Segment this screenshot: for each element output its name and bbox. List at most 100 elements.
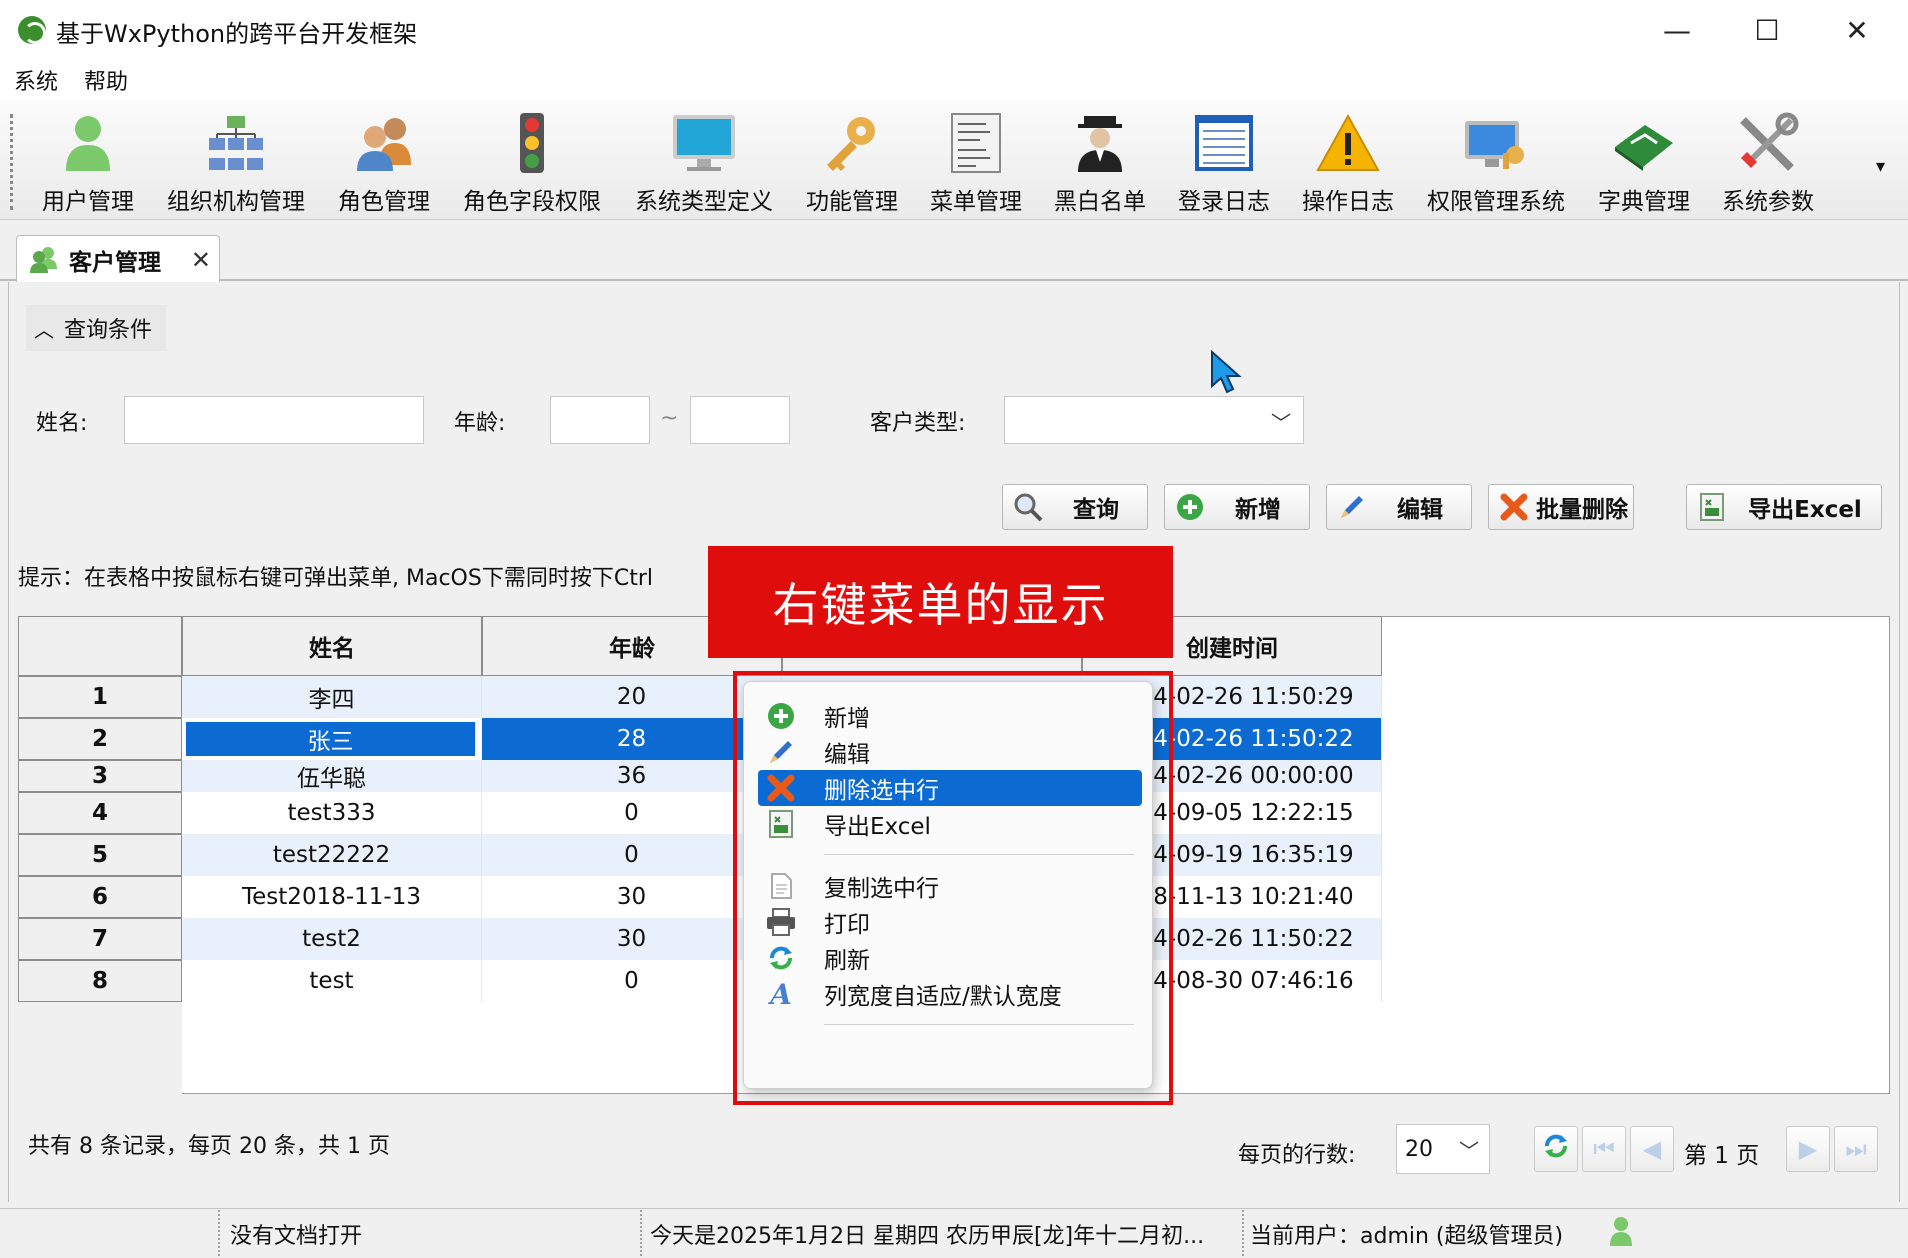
status-document: 没有文档打开 — [230, 1224, 363, 1249]
export-excel-button[interactable]: 导出Excel — [1686, 484, 1882, 530]
page-size-select[interactable]: 20 ﹀ — [1396, 1124, 1490, 1174]
menu-help[interactable]: 帮助 — [84, 64, 128, 96]
chevron-down-icon: ﹀ — [1271, 411, 1291, 435]
row-header[interactable]: 6 — [18, 876, 182, 918]
chevron-down-icon: ﹀ — [1459, 1139, 1479, 1163]
warning-icon — [1313, 108, 1383, 178]
age-from-input[interactable] — [550, 396, 650, 444]
batch-delete-button[interactable]: 批量删除 — [1488, 484, 1634, 530]
first-page-icon: ⏮ — [1593, 1135, 1615, 1163]
last-page-button[interactable]: ⏭ — [1834, 1126, 1878, 1172]
query-conditions-toggle[interactable]: ︿ 查询条件 — [26, 305, 166, 351]
status-separator — [218, 1210, 220, 1256]
tool-system-type-definition[interactable]: 系统类型定义 — [630, 108, 778, 216]
column-header-name[interactable]: 姓名 — [182, 616, 482, 676]
tool-function-management[interactable]: 功能管理 — [802, 108, 902, 216]
traffic-light-icon — [497, 108, 567, 178]
table-cell-name[interactable]: 伍华聪 — [182, 760, 482, 792]
name-label: 姓名: — [36, 411, 88, 436]
context-menu-item-refresh[interactable]: 刷新 — [758, 940, 1142, 976]
age-range-separator: ~ — [660, 406, 679, 431]
font-width-icon: A — [770, 977, 792, 1011]
excel-icon — [764, 807, 798, 841]
tool-permission-system[interactable]: 权限管理系统 — [1422, 108, 1570, 216]
toolbar-overflow-icon[interactable]: ▾ — [1876, 156, 1885, 177]
context-menu-separator — [824, 1024, 1134, 1025]
previous-page-icon: ◀ — [1642, 1135, 1662, 1163]
chevron-up-icon: ︿ — [34, 317, 54, 342]
context-menu-item-export-excel[interactable]: 导出Excel — [758, 806, 1142, 842]
next-page-icon: ▶ — [1798, 1135, 1818, 1163]
tab-customer-management[interactable]: 客户管理 ✕ — [16, 235, 220, 283]
query-button[interactable]: 查询 — [1002, 484, 1148, 530]
table-cell-name[interactable]: 李四 — [182, 676, 482, 718]
tool-role-management[interactable]: 角色管理 — [334, 108, 434, 216]
toolbar-grip[interactable] — [10, 114, 14, 210]
context-menu-item-column-width-auto[interactable]: A 列宽度自适应/默认宽度 — [758, 976, 1142, 1012]
status-separator — [640, 1210, 642, 1256]
current-page-label: 第 1 页 — [1684, 1143, 1760, 1169]
title-bar: 基于WxPython的跨平台开发框架 — ☐ ✕ — [0, 0, 1908, 60]
tool-system-parameters[interactable]: 系统参数 — [1718, 108, 1818, 216]
context-menu-item-print[interactable]: 打印 — [758, 904, 1142, 940]
table-cell-name[interactable]: test333 — [182, 792, 482, 834]
mouse-cursor-icon — [1210, 349, 1242, 394]
tool-operation-log[interactable]: 操作日志 — [1298, 108, 1398, 216]
search-icon — [1011, 490, 1045, 524]
tool-login-log[interactable]: 登录日志 — [1174, 108, 1274, 216]
tool-org-management[interactable]: 组织机构管理 — [162, 108, 310, 216]
customer-type-select[interactable]: ﹀ — [1004, 396, 1304, 444]
delete-icon — [1497, 490, 1531, 524]
table-cell-name[interactable]: Test2018-11-13 — [182, 876, 482, 918]
refresh-button[interactable] — [1534, 1126, 1578, 1172]
previous-page-button[interactable]: ◀ — [1630, 1126, 1674, 1172]
name-input[interactable] — [124, 396, 424, 444]
row-header[interactable]: 3 — [18, 760, 182, 792]
status-current-user: 当前用户：admin (超级管理员) — [1250, 1224, 1564, 1249]
tool-dictionary-management[interactable]: 字典管理 — [1594, 108, 1694, 216]
printer-icon — [764, 905, 798, 939]
add-icon — [764, 699, 798, 733]
row-header[interactable]: 1 — [18, 676, 182, 718]
toolbar: 用户管理 组织机构管理 角色管理 角色字段权限 系统类型定义 功能管理 菜单管理… — [0, 100, 1908, 220]
age-label: 年龄: — [454, 411, 506, 436]
tool-menu-management[interactable]: 菜单管理 — [926, 108, 1026, 216]
user-icon — [53, 108, 123, 178]
context-menu-item-delete-selected[interactable]: 删除选中行 — [758, 770, 1142, 806]
edit-button[interactable]: 编辑 — [1326, 484, 1472, 530]
customer-type-label: 客户类型: — [870, 411, 966, 436]
first-page-button[interactable]: ⏮ — [1582, 1126, 1626, 1172]
table-cell-name[interactable]: test2 — [182, 918, 482, 960]
age-to-input[interactable] — [690, 396, 790, 444]
monitor-key-icon — [1461, 108, 1531, 178]
tool-black-white-list[interactable]: 黑白名单 — [1050, 108, 1150, 216]
context-menu-item-copy-selected[interactable]: 复制选中行 — [758, 868, 1142, 904]
tool-user-management[interactable]: 用户管理 — [38, 108, 138, 216]
context-menu: 新增 编辑 删除选中行 导出Excel 复制选中行 打印 刷新 A 列宽度自适应… — [743, 681, 1153, 1089]
user-icon — [1608, 1216, 1634, 1252]
row-header[interactable]: 2 — [18, 718, 182, 760]
minimize-button[interactable]: — — [1632, 0, 1722, 60]
context-menu-item-edit[interactable]: 编辑 — [758, 734, 1142, 770]
row-header[interactable]: 5 — [18, 834, 182, 876]
excel-icon — [1695, 490, 1729, 524]
close-button[interactable]: ✕ — [1812, 0, 1902, 60]
next-page-button[interactable]: ▶ — [1786, 1126, 1830, 1172]
menu-doc-icon — [941, 108, 1011, 178]
context-menu-item-add[interactable]: 新增 — [758, 698, 1142, 734]
refresh-icon — [764, 941, 798, 975]
table-cell-name[interactable]: test — [182, 960, 482, 1002]
row-header[interactable]: 7 — [18, 918, 182, 960]
maximize-button[interactable]: ☐ — [1722, 0, 1812, 60]
add-button[interactable]: 新增 — [1164, 484, 1310, 530]
table-cell-name[interactable]: 张三 — [186, 722, 476, 756]
record-count: 共有 8 条记录，每页 20 条，共 1 页 — [28, 1134, 390, 1159]
monitor-icon — [669, 108, 739, 178]
menu-system[interactable]: 系统 — [14, 64, 58, 96]
row-header[interactable]: 8 — [18, 960, 182, 1002]
tool-role-field-permission[interactable]: 角色字段权限 — [458, 108, 606, 216]
row-header[interactable]: 4 — [18, 792, 182, 834]
callout-label: 右键菜单的显示 — [708, 546, 1173, 658]
table-cell-name[interactable]: test22222 — [182, 834, 482, 876]
tab-close-icon[interactable]: ✕ — [191, 246, 211, 274]
